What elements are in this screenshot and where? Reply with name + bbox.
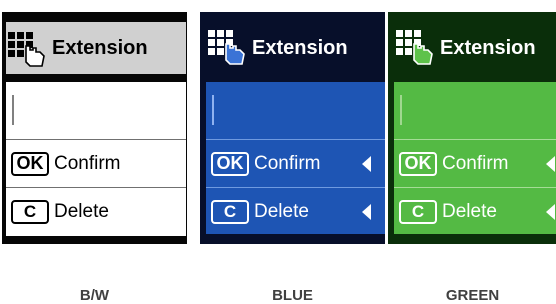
left-arrow-icon: [546, 156, 555, 172]
header-bar: Extension: [6, 22, 186, 74]
screen-title: Extension: [440, 36, 536, 59]
caption-blue: BLUE: [272, 287, 313, 304]
screen-body: OK Confirm C Delete: [206, 82, 385, 234]
delete-label: Delete: [54, 200, 109, 222]
delete-label: Delete: [254, 200, 309, 222]
delete-row[interactable]: C Delete: [6, 187, 186, 235]
confirm-label: Confirm: [54, 152, 121, 174]
ok-key-icon: OK: [11, 151, 49, 176]
delete-label: Delete: [442, 200, 497, 222]
extension-input[interactable]: [394, 82, 556, 138]
confirm-row[interactable]: OK Confirm: [206, 139, 385, 187]
bw-theme-panel: Extension OK Confirm C Delete: [2, 12, 187, 244]
keypad-hand-icon: [6, 28, 46, 68]
c-key-icon: C: [11, 199, 49, 224]
blue-theme-panel: Extension OK Confirm C Delete: [200, 12, 385, 244]
left-arrow-icon: [362, 204, 371, 220]
screen-body: OK Confirm C Delete: [6, 82, 186, 236]
keypad-hand-icon: [394, 28, 434, 68]
screen-title: Extension: [252, 36, 348, 59]
confirm-label: Confirm: [254, 152, 321, 174]
header-bar: Extension: [206, 22, 385, 74]
text-cursor: [400, 95, 402, 125]
keypad-hand-icon: [206, 28, 246, 68]
extension-input[interactable]: [6, 82, 186, 138]
delete-row[interactable]: C Delete: [394, 187, 556, 235]
screen-body: OK Confirm C Delete: [394, 82, 556, 234]
caption-bw: B/W: [79, 287, 110, 304]
confirm-row[interactable]: OK Confirm: [6, 139, 186, 187]
delete-row[interactable]: C Delete: [206, 187, 385, 235]
c-key-icon: C: [399, 199, 437, 224]
green-theme-panel: Extension OK Confirm C Delete: [388, 12, 556, 244]
text-cursor: [212, 95, 214, 125]
left-arrow-icon: [362, 156, 371, 172]
screen-title: Extension: [52, 36, 148, 59]
confirm-row[interactable]: OK Confirm: [394, 139, 556, 187]
confirm-label: Confirm: [442, 152, 509, 174]
left-arrow-icon: [546, 204, 555, 220]
c-key-icon: C: [211, 199, 249, 224]
extension-input[interactable]: [206, 82, 385, 138]
caption-green: GREEN: [445, 287, 500, 304]
text-cursor: [12, 95, 14, 125]
ok-key-icon: OK: [399, 151, 437, 176]
header-bar: Extension: [394, 22, 556, 74]
ok-key-icon: OK: [211, 151, 249, 176]
